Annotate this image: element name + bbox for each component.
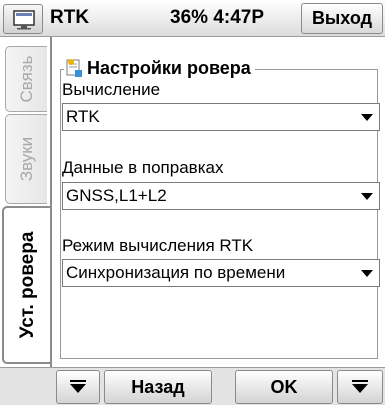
dropdown-arrow-icon [355,269,379,277]
corrections-dropdown[interactable]: GNSS,L1+L2 [62,182,380,210]
back-button[interactable]: Назад [104,370,212,404]
triangle-down-icon [70,380,86,393]
corrections-label: Данные в поправках [62,158,224,177]
group-header: Настройки ровера [64,55,255,81]
settings-panel: Настройки ровера Вычисление RTK Данные в… [50,37,385,367]
tab-label: Связь [16,55,36,103]
bottom-bar: Назад OK [0,367,385,405]
title-bar: RTK 36% 4:47P Выход [0,0,385,37]
computation-label: Вычисление [62,80,161,99]
tab-rover-settings[interactable]: Уст. ровера [2,206,52,364]
rtk-mode-dropdown[interactable]: Синхронизация по времени [62,259,380,287]
computation-dropdown[interactable]: RTK [62,103,380,131]
tab-label: Звуки [16,136,36,182]
status-indicator: 36% 4:47P [170,7,265,28]
tab-sounds[interactable]: Звуки [5,114,47,204]
windows-start-icon [13,10,35,30]
app-title: RTK [50,7,90,28]
tab-connection[interactable]: Связь [5,46,47,112]
dropdown-arrow-icon [355,192,379,200]
vertical-tab-strip: Связь Звуки Уст. ровера [0,37,52,367]
left-menu-button[interactable] [56,370,100,404]
start-menu-button[interactable] [3,4,43,34]
ok-button[interactable]: OK [235,370,333,404]
computation-value: RTK [66,107,100,126]
corrections-value: GNSS,L1+L2 [66,186,167,205]
rtk-mode-label: Режим вычисления RTK [62,236,254,255]
triangle-down-icon [352,380,368,393]
dropdown-arrow-icon [355,113,379,121]
tab-label: Уст. ровера [17,231,38,339]
settings-document-icon [66,59,82,77]
exit-button[interactable]: Выход [301,3,383,34]
right-menu-button[interactable] [337,370,383,404]
group-title: Настройки ровера [87,57,251,78]
rtk-mode-value: Синхронизация по времени [66,263,286,282]
